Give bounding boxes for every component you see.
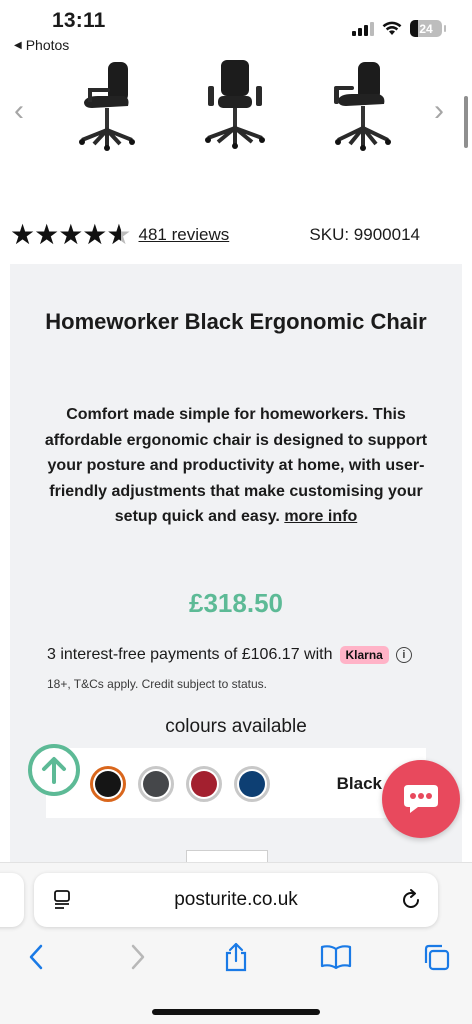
colour-swatch-selector: Black: [46, 748, 426, 818]
chair-thumbnail-side[interactable]: [72, 56, 142, 154]
klarna-installments: 3 interest-free payments of £106.17 with…: [47, 646, 412, 664]
share-button[interactable]: [220, 941, 252, 973]
rating-row: ★★★★★ ★★★★★ 481 reviews SKU: 9900014: [10, 220, 462, 250]
more-info-link[interactable]: more info: [284, 508, 357, 525]
tabs-icon: [424, 944, 450, 971]
credit-terms: 18+, T&Cs apply. Credit subject to statu…: [47, 677, 267, 691]
back-to-photos-link[interactable]: ◀ Photos: [14, 37, 69, 53]
status-icons: 24: [352, 20, 446, 37]
cellular-signal-icon: [352, 21, 374, 36]
chevron-right-icon[interactable]: ›: [434, 94, 444, 128]
colours-available-label: colours available: [165, 716, 307, 737]
wifi-icon: [382, 21, 402, 35]
battery-icon: 24: [410, 20, 446, 37]
page-scrollbar[interactable]: [464, 96, 468, 148]
chat-icon: [404, 785, 438, 813]
product-description-text: Comfort made simple for homeworkers. Thi…: [44, 406, 428, 525]
bookmarks-button[interactable]: [320, 941, 352, 973]
product-description: Comfort made simple for homeworkers. Thi…: [36, 402, 436, 530]
back-button[interactable]: [20, 941, 52, 973]
chevron-left-icon[interactable]: ‹: [14, 94, 24, 128]
swatch-red[interactable]: [186, 766, 222, 802]
scroll-to-top-button[interactable]: [28, 744, 80, 796]
chair-thumbnail-front[interactable]: [200, 56, 270, 154]
swatch-black[interactable]: [90, 766, 126, 802]
swatch-fill: [143, 771, 169, 797]
product-price: £318.50: [189, 588, 283, 618]
bookmarks-icon: [320, 945, 352, 970]
reload-icon[interactable]: [400, 889, 422, 911]
product-image-carousel: ‹ ›: [0, 56, 472, 166]
status-bar: 13:11 ◀ Photos 24: [0, 0, 472, 56]
installment-text: 3 interest-free payments of £106.17 with: [47, 646, 333, 663]
status-time: 13:11: [52, 9, 106, 32]
back-to-photos-label: Photos: [25, 37, 70, 53]
swatch-fill: [191, 771, 217, 797]
reviews-link[interactable]: 481 reviews: [139, 225, 230, 245]
chair-thumbnail-angle[interactable]: [328, 56, 398, 154]
forward-button[interactable]: [122, 941, 154, 973]
arrow-up-icon: [42, 757, 66, 784]
info-icon[interactable]: i: [395, 647, 412, 663]
battery-level-fill: [410, 20, 418, 37]
star-rating-fill: ★★★★★: [10, 221, 121, 249]
swatch-fill: [95, 771, 121, 797]
forward-icon: [131, 944, 145, 970]
url-text[interactable]: posturite.co.uk: [34, 889, 438, 911]
browser-toolbar: posturite.co.uk: [0, 862, 472, 1024]
product-title: Homeworker Black Ergonomic Chair: [45, 309, 427, 334]
swatch-blue[interactable]: [234, 766, 270, 802]
swatch-fill: [239, 771, 265, 797]
previous-tab-preview[interactable]: [0, 873, 24, 927]
home-indicator: [152, 1009, 320, 1015]
tabs-button[interactable]: [420, 941, 452, 973]
back-triangle-icon: ◀: [14, 39, 22, 51]
klarna-badge[interactable]: Klarna: [339, 646, 389, 664]
selected-colour-name: Black: [336, 774, 382, 793]
star-rating: ★★★★★ ★★★★★: [10, 221, 132, 249]
address-bar[interactable]: posturite.co.uk: [34, 873, 438, 927]
sku-label: SKU: 9900014: [309, 225, 420, 244]
share-icon: [225, 942, 247, 972]
back-icon: [29, 944, 43, 970]
battery-percentage: 24: [419, 21, 433, 36]
chat-button[interactable]: [382, 760, 460, 838]
swatch-grey[interactable]: [138, 766, 174, 802]
